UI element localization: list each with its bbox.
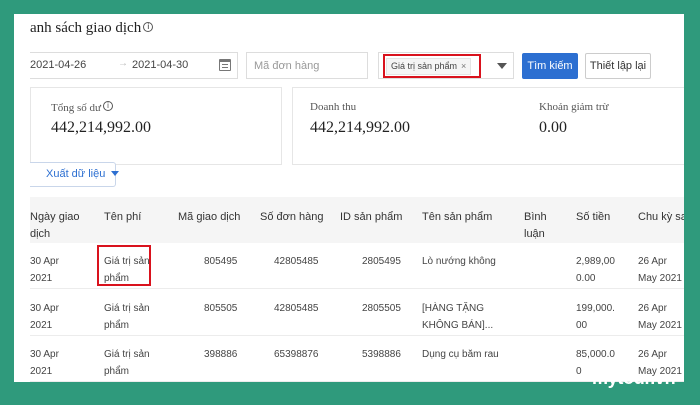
cell-order-number: 42805485 xyxy=(274,256,319,267)
deduction-value: 0.00 xyxy=(539,119,567,136)
balance-value: 442,214,992.00 xyxy=(51,119,151,136)
date-range-picker[interactable]: 2021-04-26 → 2021-04-30 xyxy=(30,52,238,79)
watermark-logo: mytour.vn xyxy=(592,368,676,388)
cell-amount: 199,000. 00 xyxy=(576,303,615,331)
highlight-box-fee-cell xyxy=(97,245,151,286)
cell-product-name: Lò nướng không xyxy=(422,256,496,267)
cell-fee-name: Giá trị sản phẩm xyxy=(104,349,150,377)
cell-cycle: 26 Apr May 2021 xyxy=(638,303,682,331)
cell-product-id: 5398886 xyxy=(362,349,401,360)
calendar-icon[interactable] xyxy=(219,59,231,71)
header-order-number: Số đơn hàng xyxy=(260,211,324,223)
revenue-value: 442,214,992.00 xyxy=(310,119,410,136)
cell-product-id: 2805505 xyxy=(362,303,401,314)
search-button[interactable]: Tìm kiếm xyxy=(522,53,578,79)
cell-transaction-id: 398886 xyxy=(204,349,238,360)
cell-order-number: 65398876 xyxy=(274,349,319,360)
revenue-label: Doanh thu xyxy=(310,101,357,113)
header-date: Ngày giao dịch xyxy=(30,211,80,240)
date-to[interactable]: 2021-04-30 xyxy=(132,59,188,71)
transaction-list-panel: anh sách giao dịch i 2021-04-26 → 2021-04… xyxy=(14,14,684,382)
chevron-down-icon xyxy=(111,171,120,176)
table-row[interactable]: 30 Apr 2021 Giá trị sản phẩm 398886 653988… xyxy=(30,336,684,382)
header-comment: Bình luận xyxy=(524,211,547,240)
cell-cycle: 26 Apr May 2021 xyxy=(638,256,682,284)
cell-amount: 2,989,00 0.00 xyxy=(576,256,615,284)
info-icon[interactable]: i xyxy=(143,22,154,32)
balance-card: Tổng số dư i 442,214,992.00 xyxy=(30,87,282,165)
deduction-label: Khoản giảm trừ xyxy=(539,101,609,113)
reset-button[interactable]: Thiết lập lại xyxy=(585,53,651,79)
cell-product-name: [HÀNG TẶNG KHÔNG BÁN]... xyxy=(422,303,494,331)
cell-product-name: Dụng cụ băm rau xyxy=(422,349,499,360)
table-row[interactable]: 30 Apr 2021 Giá trị sản phẩm 805505 428054… xyxy=(30,290,684,336)
revenue-card: Doanh thu 442,214,992.00 Khoản giảm trừ … xyxy=(292,87,684,165)
cell-date: 30 Apr 2021 xyxy=(30,349,59,377)
header-product-name: Tên sản phẩm xyxy=(422,211,493,223)
cell-transaction-id: 805505 xyxy=(204,303,238,314)
cell-fee-name: Giá trị sản phẩm xyxy=(104,303,150,331)
header-product-id: ID sản phẩm xyxy=(340,211,403,223)
header-fee-name: Tên phí xyxy=(104,211,142,223)
export-data-button[interactable]: Xuất dữ liệu xyxy=(30,162,120,187)
cell-order-number: 42805485 xyxy=(274,303,319,314)
header-transaction-id: Mã giao dịch xyxy=(178,211,241,223)
date-from[interactable]: 2021-04-26 xyxy=(30,59,86,71)
cell-date: 30 Apr 2021 xyxy=(30,303,59,331)
cell-transaction-id: 805495 xyxy=(204,256,238,267)
date-separator: → xyxy=(118,58,128,69)
page-title: anh sách giao dịch i xyxy=(30,20,154,37)
order-number-input[interactable] xyxy=(246,52,368,79)
chevron-down-icon[interactable] xyxy=(497,63,507,69)
highlight-box-select xyxy=(383,54,481,78)
header-cycle: Chu kỳ sa xyxy=(638,211,684,223)
balance-label: Tổng số dư i xyxy=(51,101,113,114)
cell-product-id: 2805495 xyxy=(362,256,401,267)
cell-date: 30 Apr 2021 xyxy=(30,256,59,284)
info-icon[interactable]: i xyxy=(102,101,113,111)
header-amount: Số tiền xyxy=(576,211,611,223)
